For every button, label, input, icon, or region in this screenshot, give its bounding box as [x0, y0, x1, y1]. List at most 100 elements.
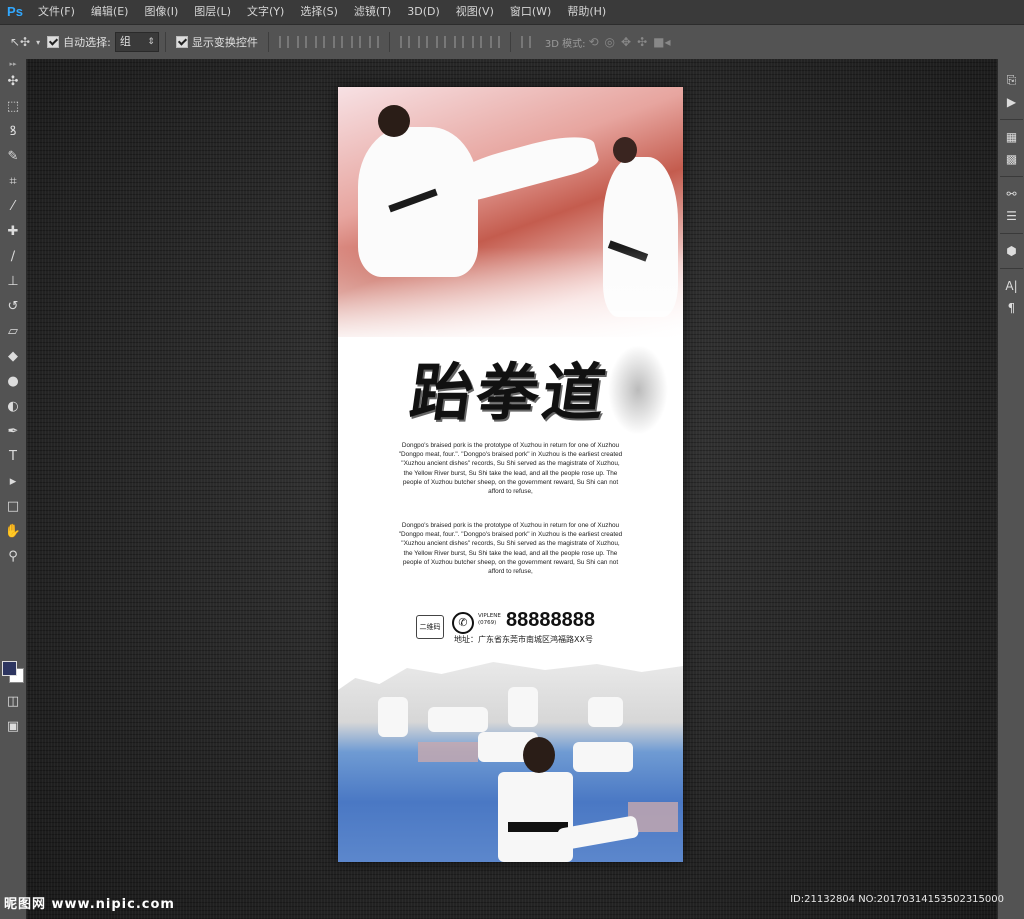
pen-icon[interactable]: ✒: [0, 419, 26, 444]
student: [508, 687, 538, 727]
tools-panel: ▸▸ ✣ ⬚ ꝸ ✎ ⌗ ⁄ ✚ ∕ ⊥ ↺ ▱ ◆ ● ◐ ✒ T ▸ □ ✋…: [0, 59, 27, 919]
vip-label: VIPLENE: [478, 613, 501, 619]
actions-play-icon[interactable]: ▶: [998, 91, 1024, 113]
paragraph-icon[interactable]: ¶: [998, 297, 1024, 319]
poster-paragraph-2: Dongpo's braised pork is the prototype o…: [398, 522, 623, 576]
crop-icon[interactable]: ⌗: [0, 169, 26, 194]
history-icon[interactable]: ⎘: [998, 69, 1024, 91]
marquee-icon[interactable]: ⬚: [0, 94, 26, 119]
menu-type[interactable]: 文字(Y): [239, 0, 292, 24]
brush-icon[interactable]: ∕: [0, 244, 26, 269]
divider: [509, 32, 511, 52]
3d-drag-icon[interactable]: ✥: [621, 35, 631, 49]
3d-roll-icon[interactable]: ◎: [605, 35, 615, 49]
divider: [388, 32, 390, 52]
eraser-icon[interactable]: ▱: [0, 319, 26, 344]
menu-layer[interactable]: 图层(L): [186, 0, 239, 24]
hand-icon[interactable]: ✋: [0, 519, 26, 544]
qr-code-placeholder: 二维码: [416, 615, 444, 639]
student: [378, 697, 408, 737]
move-tool-preset-icon[interactable]: ↖✣: [10, 35, 30, 49]
3d-cube-icon[interactable]: ⬢: [998, 240, 1024, 262]
student: [428, 707, 488, 732]
site-watermark: 昵图网 www.nipic.com: [4, 897, 175, 912]
poster-paragraph-1: Dongpo's braised pork is the prototype o…: [398, 442, 623, 496]
class-photo: [338, 662, 683, 862]
checkbox-checked-icon[interactable]: [47, 36, 60, 48]
panel-dock: ⎘ ▶ ▦ ▩ ⚯ ☰ ⬢ A| ¶: [997, 59, 1024, 919]
auto-select-dropdown[interactable]: 组: [114, 32, 159, 52]
path-select-icon[interactable]: ▸: [0, 469, 26, 494]
mat-tile: [418, 742, 478, 762]
3d-slide-icon[interactable]: ✣: [637, 35, 647, 49]
3d-mode-label: 3D 模式:: [544, 38, 586, 50]
color-icon[interactable]: ▦: [998, 126, 1024, 148]
align-buttons: [275, 32, 535, 52]
phone-icon: ✆: [452, 612, 474, 634]
quick-mask-icon[interactable]: ◫: [0, 689, 26, 714]
adjustments-icon[interactable]: ⚯: [998, 183, 1024, 205]
menu-file[interactable]: 文件(F): [30, 0, 83, 24]
distribute-top-icon[interactable]: [399, 36, 410, 48]
image-id-watermark: ID:21132804 NO:20170314153502315000: [790, 894, 1004, 905]
chevron-down-icon[interactable]: ▾: [36, 38, 40, 47]
menu-select[interactable]: 选择(S): [292, 0, 346, 24]
blur-icon[interactable]: ●: [0, 369, 26, 394]
align-bottom-icon[interactable]: [314, 36, 325, 48]
align-top-icon[interactable]: [278, 36, 289, 48]
dodge-icon[interactable]: ◐: [0, 394, 26, 419]
character-icon[interactable]: A|: [998, 275, 1024, 297]
menu-3d[interactable]: 3D(D): [399, 0, 448, 24]
align-right-icon[interactable]: [368, 36, 379, 48]
align-vcenter-icon[interactable]: [296, 36, 307, 48]
lasso-icon[interactable]: ꝸ: [0, 119, 26, 144]
student: [573, 742, 633, 772]
3d-rotate-icon[interactable]: ⟲: [588, 35, 598, 49]
fighter-left-head: [378, 105, 410, 137]
menu-view[interactable]: 视图(V): [448, 0, 502, 24]
auto-select-checkbox[interactable]: 自动选择:: [47, 34, 111, 50]
distribute-hcenter-icon[interactable]: [471, 36, 482, 48]
align-hcenter-icon[interactable]: [350, 36, 361, 48]
checkbox-checked-icon[interactable]: [175, 36, 188, 48]
stamp-icon[interactable]: ⊥: [0, 269, 26, 294]
menu-help[interactable]: 帮助(H): [559, 0, 614, 24]
move-icon[interactable]: ✣: [0, 69, 26, 94]
menu-window[interactable]: 窗口(W): [502, 0, 559, 24]
options-bar: ↖✣ ▾ 自动选择: 组 显示变换控件 3D 模式: ⟲ ◎ ✥ ✣ ■◂: [0, 24, 1024, 60]
distribute-vcenter-icon[interactable]: [417, 36, 428, 48]
auto-select-label: 自动选择:: [63, 36, 111, 49]
contact-block: 二维码 ✆ VIPLENE (0769) 88888888 地址：广东省东莞市南…: [416, 609, 676, 649]
show-transform-label: 显示变换控件: [191, 36, 258, 49]
healing-icon[interactable]: ✚: [0, 219, 26, 244]
menu-image[interactable]: 图像(I): [136, 0, 186, 24]
distribute-bottom-icon[interactable]: [435, 36, 446, 48]
shape-icon[interactable]: □: [0, 494, 26, 519]
divider: [164, 32, 166, 52]
divider: [267, 32, 269, 52]
menu-edit[interactable]: 编辑(E): [83, 0, 137, 24]
auto-align-icon[interactable]: [520, 36, 531, 48]
type-icon[interactable]: T: [0, 444, 26, 469]
align-left-icon[interactable]: [332, 36, 343, 48]
menu-filter[interactable]: 滤镜(T): [346, 0, 399, 24]
bucket-icon[interactable]: ◆: [0, 344, 26, 369]
fighter-right-head: [613, 137, 637, 163]
screen-mode-icon[interactable]: ▣: [0, 714, 26, 739]
3d-scale-icon[interactable]: ■◂: [653, 35, 670, 49]
foreground-color-swatch[interactable]: [2, 661, 17, 676]
history-brush-icon[interactable]: ↺: [0, 294, 26, 319]
quick-select-icon[interactable]: ✎: [0, 144, 26, 169]
panel-collapse-icon[interactable]: ▸▸: [0, 59, 26, 69]
student: [588, 697, 623, 727]
properties-icon[interactable]: ☰: [998, 205, 1024, 227]
swatches-icon[interactable]: ▩: [998, 148, 1024, 170]
show-transform-checkbox[interactable]: 显示变换控件: [175, 34, 258, 50]
distribute-right-icon[interactable]: [489, 36, 500, 48]
student-front-head: [523, 737, 555, 773]
distribute-left-icon[interactable]: [453, 36, 464, 48]
poster-title: 跆拳道: [405, 356, 614, 429]
zoom-icon[interactable]: ⚲: [0, 544, 26, 569]
poster-document: 跆拳道 Dongpo's braised pork is the prototy…: [338, 87, 683, 862]
eyedropper-icon[interactable]: ⁄: [0, 194, 26, 219]
